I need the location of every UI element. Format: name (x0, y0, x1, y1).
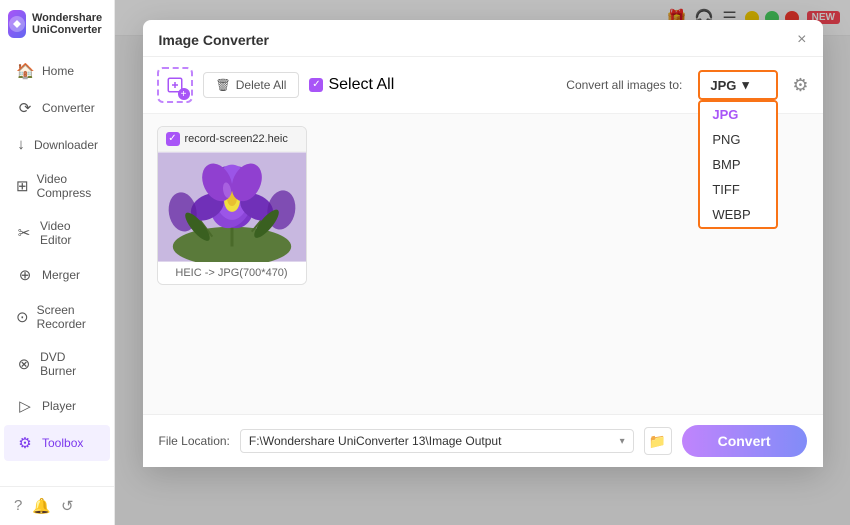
sidebar-label-player: Player (42, 399, 76, 413)
image-tile-header: record-screen22.heic (158, 127, 306, 152)
convert-button[interactable]: Convert (682, 425, 807, 457)
player-icon: ▷ (16, 397, 34, 415)
modal-title: Image Converter (159, 32, 269, 48)
sidebar-label-home: Home (42, 64, 74, 78)
tile-footer: HEIC -> JPG(700*470) (158, 262, 306, 284)
file-path-select[interactable]: F:\Wondershare UniConverter 13\Image Out… (240, 429, 634, 453)
format-option-png[interactable]: PNG (700, 127, 776, 152)
format-dropdown-menu: JPG PNG BMP TIFF WEBP (698, 100, 778, 229)
toolbox-icon: ⚙ (16, 434, 34, 452)
modal-close-button[interactable]: × (797, 32, 806, 48)
path-dropdown-arrow: ▾ (620, 436, 625, 447)
format-dropdown-wrapper: JPG ▾ JPG PNG BMP TIFF WEBP (698, 70, 778, 100)
select-all-wrapper: Select All (309, 76, 394, 94)
sidebar-item-video-compress[interactable]: ⊞ Video Compress (4, 163, 110, 209)
folder-icon: 📁 (649, 433, 666, 450)
select-all-checkbox[interactable] (309, 78, 323, 92)
sidebar-item-screen-recorder[interactable]: ⊙ Screen Recorder (4, 294, 110, 340)
merger-icon: ⊕ (16, 266, 34, 284)
format-select-button[interactable]: JPG ▾ (698, 70, 778, 100)
converter-icon: ⟳ (16, 99, 34, 117)
sidebar-label-screen-recorder: Screen Recorder (37, 303, 98, 331)
tile-image-container (158, 152, 306, 262)
sidebar-footer: ? 🔔 ↺ (0, 486, 114, 525)
notification-icon[interactable]: 🔔 (32, 497, 51, 515)
convert-all-label: Convert all images to: (566, 78, 682, 92)
format-option-tiff[interactable]: TIFF (700, 177, 776, 202)
select-all-label: Select All (328, 76, 394, 94)
sidebar-label-dvd-burner: DVD Burner (40, 350, 98, 378)
sidebar: Wondershare UniConverter 🏠 Home ⟳ Conver… (0, 0, 115, 525)
format-option-jpg[interactable]: JPG (700, 102, 776, 127)
home-icon: 🏠 (16, 62, 34, 80)
app-title: Wondershare UniConverter (32, 12, 106, 36)
sidebar-item-player[interactable]: ▷ Player (4, 388, 110, 424)
selected-format: JPG (710, 78, 736, 93)
sidebar-label-video-editor: Video Editor (40, 219, 98, 247)
sidebar-label-toolbox: Toolbox (42, 436, 83, 450)
main-content: 🎁 🎧 ☰ NEW Image Converter × + (115, 0, 850, 525)
modal-overlay: Image Converter × + 🗑 Delete All Select … (115, 0, 850, 525)
modal-toolbar: + 🗑 Delete All Select All Convert all im… (143, 57, 823, 114)
sidebar-item-merger[interactable]: ⊕ Merger (4, 257, 110, 293)
add-image-button[interactable]: + (157, 67, 193, 103)
delete-all-button[interactable]: 🗑 Delete All (203, 72, 300, 98)
sidebar-label-merger: Merger (42, 268, 80, 282)
open-folder-button[interactable]: 📁 (644, 427, 672, 455)
tile-conversion: HEIC -> JPG(700*470) (175, 267, 287, 279)
file-path-text: F:\Wondershare UniConverter 13\Image Out… (249, 434, 616, 448)
settings-icon[interactable]: ⚙ (792, 75, 808, 96)
downloader-icon: ↓ (16, 136, 26, 153)
help-icon[interactable]: ? (14, 497, 22, 515)
image-tile: record-screen22.heic (157, 126, 307, 285)
sidebar-label-downloader: Downloader (34, 138, 98, 152)
delete-all-label: Delete All (236, 78, 287, 92)
screen-recorder-icon: ⊙ (16, 308, 29, 326)
tile-checkbox[interactable] (166, 132, 180, 146)
refresh-icon[interactable]: ↺ (61, 497, 74, 515)
sidebar-item-converter[interactable]: ⟳ Converter (4, 90, 110, 126)
sidebar-header: Wondershare UniConverter (0, 0, 114, 48)
sidebar-item-home[interactable]: 🏠 Home (4, 53, 110, 89)
sidebar-nav: 🏠 Home ⟳ Converter ↓ Downloader ⊞ Video … (0, 48, 114, 486)
video-compress-icon: ⊞ (16, 177, 29, 195)
dvd-burner-icon: ⊗ (16, 355, 32, 373)
app-logo (8, 10, 26, 38)
sidebar-label-video-compress: Video Compress (37, 172, 98, 200)
sidebar-item-video-editor[interactable]: ✂ Video Editor (4, 210, 110, 256)
tile-filename: record-screen22.heic (185, 133, 288, 145)
sidebar-item-downloader[interactable]: ↓ Downloader (4, 127, 110, 162)
image-converter-modal: Image Converter × + 🗑 Delete All Select … (143, 20, 823, 467)
modal-titlebar: Image Converter × (143, 20, 823, 57)
video-editor-icon: ✂ (16, 224, 32, 242)
trash-icon: 🗑 (216, 78, 231, 92)
dropdown-arrow-icon: ▾ (742, 77, 749, 93)
add-plus-icon: + (178, 88, 190, 100)
format-option-bmp[interactable]: BMP (700, 152, 776, 177)
sidebar-item-toolbox[interactable]: ⚙ Toolbox (4, 425, 110, 461)
format-option-webp[interactable]: WEBP (700, 202, 776, 227)
modal-footer: File Location: F:\Wondershare UniConvert… (143, 414, 823, 467)
sidebar-item-dvd-burner[interactable]: ⊗ DVD Burner (4, 341, 110, 387)
file-location-label: File Location: (159, 434, 230, 448)
sidebar-label-converter: Converter (42, 101, 95, 115)
